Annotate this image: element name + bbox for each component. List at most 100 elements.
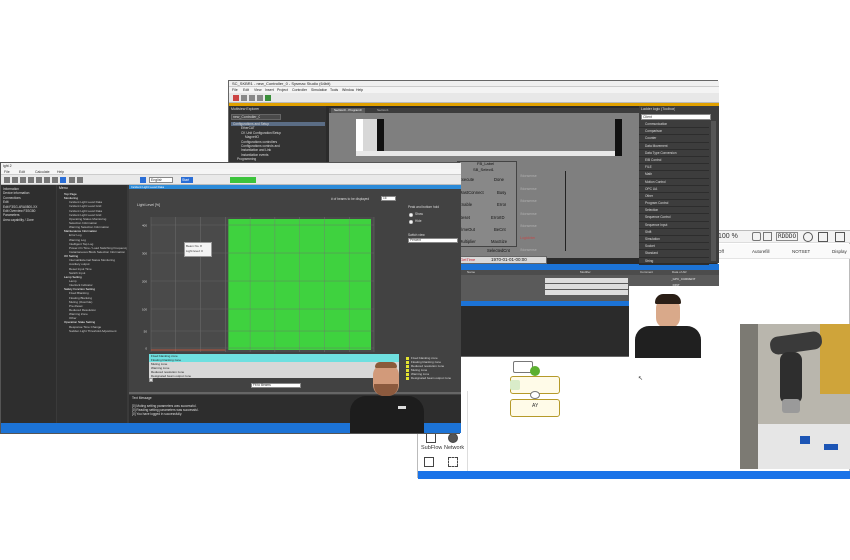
rung-block-right [615,119,622,156]
lc-tooltip-line2: Light level: 0 [186,249,203,253]
tb-paste-icon[interactable] [257,95,263,101]
toolbox-scrollbar[interactable] [711,121,716,261]
subflow-label[interactable]: SubFlow [421,445,442,451]
subflow-icon[interactable] [426,433,436,443]
toolbox-item[interactable]: Sequence Input [639,222,709,229]
toolbox-item[interactable]: Standard [639,250,709,258]
toolbox-item[interactable]: FILE [639,164,709,172]
lc-light-level-chart[interactable]: 400300200100500123456789 [129,189,399,354]
fb-output-4: BeCnt [494,227,506,232]
toolbox-item[interactable]: Sequence Control [639,214,709,222]
fb-output-3: ErrorID [491,215,505,220]
fb-var[interactable]: /Nonsense [520,187,537,191]
lc-tree-item[interactable]: Area capability / Zone [3,218,55,222]
lc-message-header: Text Message [132,396,152,400]
tb-stop-icon[interactable] [233,95,239,101]
toolbox-item[interactable]: Shift [639,229,709,236]
expand-icon[interactable] [835,232,845,242]
lc-language-value: English [151,178,163,182]
fb-var[interactable]: /Nonsense [520,199,537,203]
flow-connector[interactable] [530,391,540,399]
cursor-icon: ↖ [638,376,644,382]
toolbox-item[interactable]: Other [639,193,709,201]
grid-cell-modifier[interactable] [545,278,628,283]
chart-ytick: 100 [142,308,147,312]
lc-status-green-button[interactable] [230,177,256,183]
toolbox-item[interactable]: Communication [639,121,709,129]
toolbox-header: Ladder logic (Toolbox) [641,107,676,111]
grid-cell-data[interactable]: _GPC_CURRENT [671,277,696,282]
lc-tb-icon[interactable] [12,177,18,183]
grid-icon[interactable] [763,232,772,241]
rung-right-rail [565,171,566,251]
toolbox-item[interactable]: Math [639,171,709,179]
fb-var[interactable]: /Nonsense [520,212,537,216]
toolbox-item[interactable]: Program Control [639,200,709,208]
gettime-label: GetTime [460,257,476,262]
tb-copy-icon[interactable] [249,95,255,101]
lc-tb-icon[interactable] [69,177,75,183]
toolbox-item[interactable]: OPC UA [639,186,709,193]
fb-var[interactable]: LogicInter [520,236,535,240]
lc-tb-icon[interactable] [28,177,34,183]
toolbox-item[interactable]: Motion Control [639,179,709,186]
tool-icon-a[interactable] [424,457,434,467]
chart-ytick: 0 [145,347,147,351]
lc-tooltip-line1: Beam No. 8 [186,244,202,248]
lc-tb-icon[interactable] [20,177,26,183]
lc-tb-icon[interactable] [52,177,58,183]
fb-var[interactable]: /Nonsense [520,224,537,228]
toolbox-item[interactable]: Data Type Conversion [639,150,709,157]
toolbox-item[interactable]: Counter [639,135,709,143]
save-icon[interactable] [818,232,828,242]
fb-instance-name: FB_Label [477,161,495,166]
lc-radio-show[interactable] [409,213,413,217]
fb-var[interactable]: /Nonsense [520,248,537,252]
toolbox-item[interactable]: EIB Control [639,157,709,165]
video-blue-object-2 [824,444,838,450]
fb-input-0: Execute [459,177,475,182]
sub-item-notset[interactable]: NOTSET [792,249,810,254]
sub-item-display[interactable]: Display [832,249,847,254]
toolbox-item[interactable]: Socket [639,243,709,251]
shirt-logo [398,406,406,409]
toolbox-item[interactable]: Selection [639,207,709,215]
lc-radio-hide[interactable] [409,220,413,224]
lc-tb-icon[interactable] [44,177,50,183]
flow-check-icon[interactable] [530,366,540,376]
chart-ytick: 200 [142,280,147,284]
fb-var[interactable]: /Nonsense [520,174,537,178]
tb-cut-icon[interactable] [241,95,247,101]
zoom-level[interactable]: 100 % [718,233,738,240]
rddo-badge[interactable]: RDDDO [776,232,799,241]
network-icon[interactable] [448,433,458,443]
grid-cell-modifier[interactable] [545,284,628,289]
fit-icon[interactable] [752,232,761,241]
lc-beams-value: 16 [383,196,387,200]
toggle-icon[interactable] [803,232,813,242]
toolbox-item[interactable]: Comparison [639,128,709,136]
toolbox-item[interactable]: Data Movement [639,143,709,150]
tool-icon-b[interactable] [448,457,458,467]
lc-start-label: Start [182,178,190,182]
flow-statusbar [418,471,850,479]
toolbox-item[interactable]: Simulation [639,236,709,244]
lc-menu-list: Top Page Monitoring Incident Light Level D… [59,192,127,333]
lc-tb-icon[interactable] [36,177,42,183]
lc-tb-monitor-icon[interactable] [60,177,66,183]
lc-tb-connect-icon[interactable] [140,177,146,183]
grid-cell-modifier[interactable] [545,290,628,295]
lc-tb-icon[interactable] [4,177,10,183]
sub-item-autorefill[interactable]: Autorefill [752,249,770,254]
toolbox-item[interactable]: String [639,258,709,265]
fb-type-name: SB_Select1 [473,167,494,172]
lc-menu-item[interactable]: Sudden Light Threshold Adjustment [59,329,127,333]
webcam-presenter-1 [346,358,428,433]
robot-arm-lower [780,352,802,404]
network-label[interactable]: Network [444,445,464,451]
lc-expand-icon[interactable] [149,378,153,382]
chart-ytick: 400 [142,224,147,228]
fb-output-2: Error [497,202,507,207]
tb-online-icon[interactable] [265,95,271,101]
lc-tb-icon[interactable] [77,177,83,183]
